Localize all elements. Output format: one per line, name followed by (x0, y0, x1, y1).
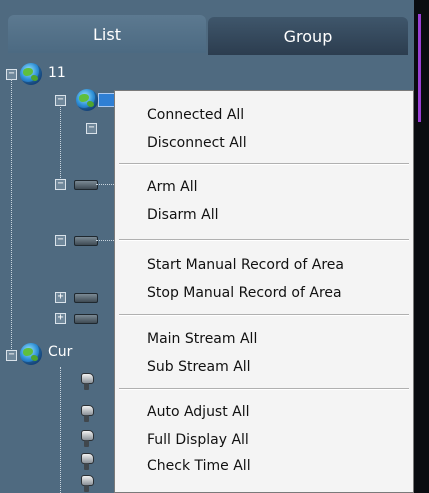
globe-icon (20, 343, 42, 365)
camera-icon (80, 475, 94, 493)
menu-separator (119, 163, 409, 165)
tab-bar: List Group (0, 15, 414, 55)
accent-border (418, 14, 421, 122)
tab-list[interactable]: List (8, 15, 206, 53)
menu-item-connected-all[interactable]: Connected All (147, 105, 244, 125)
menu-item-stop-manual-record[interactable]: Stop Manual Record of Area (147, 283, 342, 303)
tree-node-root-label[interactable]: 11 (48, 65, 66, 81)
device-tree-window: List Group − 11 − − − − + + − Cur Connec… (0, 0, 429, 493)
menu-separator (119, 314, 409, 316)
menu-separator (119, 388, 409, 390)
right-edge (414, 0, 429, 493)
menu-item-arm-all[interactable]: Arm All (147, 177, 198, 197)
globe-icon (20, 63, 42, 85)
expander-minus-icon[interactable]: − (86, 123, 97, 134)
tree-connector (96, 240, 114, 241)
dvr-icon (74, 180, 98, 190)
menu-item-main-stream-all[interactable]: Main Stream All (147, 329, 257, 349)
globe-icon (76, 89, 98, 111)
tree-connector (60, 105, 61, 180)
camera-icon (80, 430, 94, 448)
context-menu: Connected All Disconnect All Arm All Dis… (114, 90, 414, 493)
menu-item-full-display-all[interactable]: Full Display All (147, 430, 249, 450)
camera-icon (80, 405, 94, 423)
menu-item-check-time-all[interactable]: Check Time All (147, 456, 251, 476)
tab-group[interactable]: Group (208, 17, 408, 55)
expander-plus-icon[interactable]: + (55, 292, 66, 303)
menu-item-disarm-all[interactable]: Disarm All (147, 205, 219, 225)
camera-icon (80, 453, 94, 471)
dvr-icon (74, 293, 98, 303)
dvr-icon (74, 314, 98, 324)
expander-minus-icon[interactable]: − (55, 235, 66, 246)
menu-item-sub-stream-all[interactable]: Sub Stream All (147, 357, 251, 377)
menu-item-disconnect-all[interactable]: Disconnect All (147, 133, 247, 153)
tab-list-label: List (93, 24, 121, 44)
expander-plus-icon[interactable]: + (55, 313, 66, 324)
tree-connector (60, 367, 61, 493)
expander-minus-icon[interactable]: − (55, 179, 66, 190)
tree-connector (96, 184, 114, 185)
tree-node-cur-label[interactable]: Cur (48, 344, 72, 360)
menu-separator (119, 239, 409, 241)
tab-group-label: Group (283, 26, 333, 46)
dvr-icon (74, 236, 98, 246)
camera-icon (80, 373, 94, 391)
tree-connector (11, 79, 12, 349)
menu-item-start-manual-record[interactable]: Start Manual Record of Area (147, 255, 344, 275)
expander-minus-icon[interactable]: − (6, 350, 17, 361)
menu-item-auto-adjust-all[interactable]: Auto Adjust All (147, 402, 250, 422)
